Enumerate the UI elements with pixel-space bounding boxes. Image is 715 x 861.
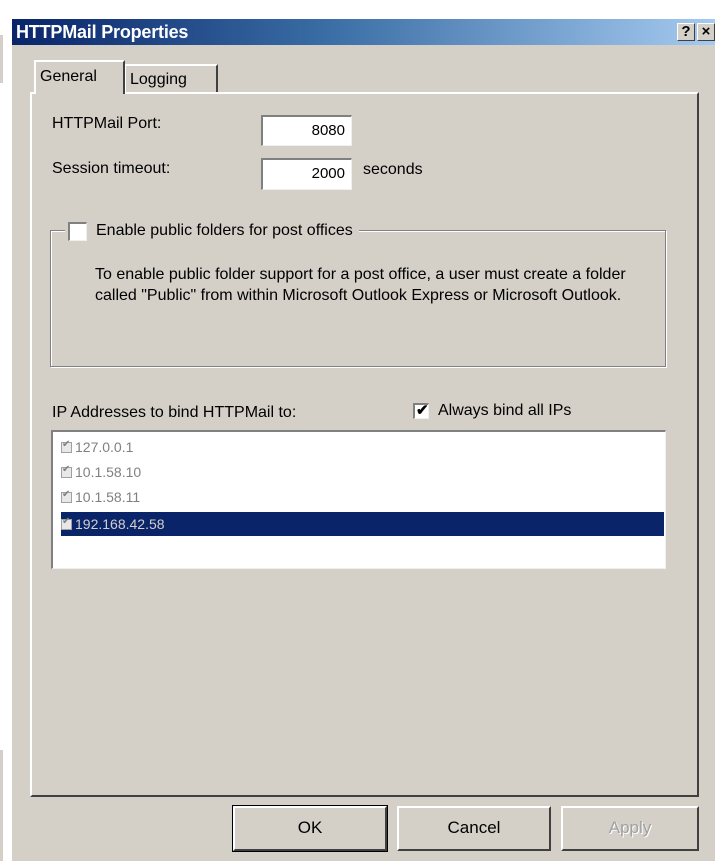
close-button[interactable]: ×	[697, 23, 715, 41]
cancel-button[interactable]: Cancel	[397, 806, 551, 851]
title-bar[interactable]: HTTPMail Properties ? ×	[12, 19, 715, 45]
help-icon: ?	[681, 23, 691, 40]
properties-dialog: HTTPMail Properties ? × General Logging …	[11, 18, 715, 861]
apply-button[interactable]: Apply	[561, 806, 699, 851]
background-window-edge	[0, 750, 3, 861]
ok-button[interactable]: OK	[232, 805, 388, 852]
general-tab-panel	[30, 92, 699, 797]
close-icon: ×	[701, 23, 711, 40]
help-button[interactable]: ?	[677, 23, 695, 41]
background-window-edge	[0, 35, 3, 83]
tab-general[interactable]: General	[34, 60, 125, 94]
window-title: HTTPMail Properties	[16, 22, 189, 42]
tab-logging[interactable]: Logging	[124, 64, 218, 93]
